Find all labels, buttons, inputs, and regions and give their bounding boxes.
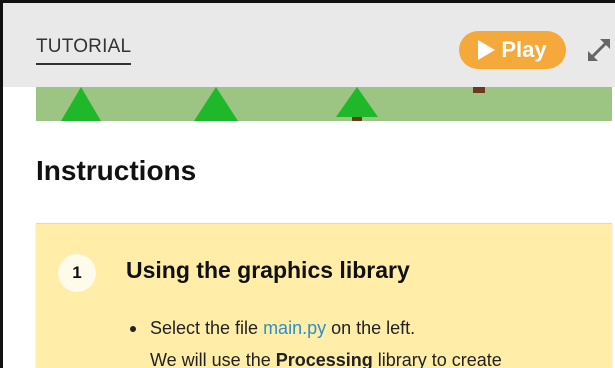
instruction-text: on the left. <box>326 318 416 338</box>
bullet-icon <box>130 326 136 332</box>
step-number-badge: 1 <box>58 254 96 292</box>
instruction-text: Select the file <box>150 318 264 338</box>
tree-trunk <box>473 87 485 93</box>
step-card: 1 Using the graphics library Select the … <box>36 223 612 368</box>
library-name: Processing <box>275 350 373 368</box>
tab-tutorial[interactable]: TUTORIAL <box>36 36 132 65</box>
tree-trunk <box>352 117 362 121</box>
expand-arrows-icon[interactable] <box>583 34 615 66</box>
step-title: Using the graphics library <box>126 257 410 283</box>
tree <box>336 87 378 117</box>
play-button-label: Play <box>501 37 547 62</box>
instruction-text: library to create <box>372 350 502 368</box>
list-item: Select the file main.py on the left. We … <box>130 312 502 368</box>
file-link-main-py[interactable]: main.py <box>263 318 326 338</box>
preview-scene <box>61 87 485 121</box>
instruction-text: We will use the <box>150 350 276 368</box>
step-instructions: Select the file main.py on the left. We … <box>130 312 502 368</box>
tree <box>194 87 238 121</box>
tree <box>61 87 101 121</box>
play-triangle-icon <box>478 40 496 60</box>
play-button[interactable]: Play <box>459 31 566 69</box>
program-preview <box>36 87 612 121</box>
page-title: Instructions <box>36 155 197 186</box>
tutorial-panel: TUTORIAL Play Instructions 1 Using the g… <box>0 0 615 368</box>
panel-header: TUTORIAL Play <box>3 3 615 87</box>
